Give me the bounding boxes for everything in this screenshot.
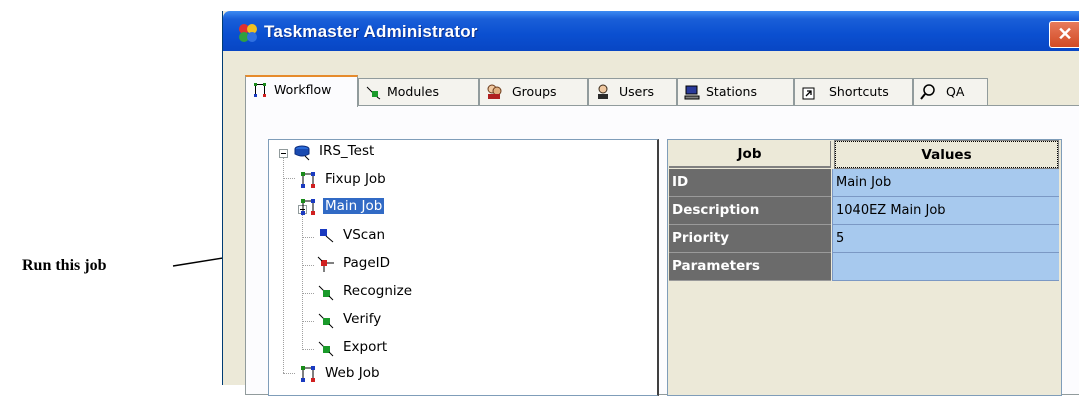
tree-label: Web Job xyxy=(325,365,380,381)
property-key-priority: Priority xyxy=(669,225,831,253)
tree-label: Verify xyxy=(343,311,382,327)
tree-connector xyxy=(283,373,295,374)
tree-connector xyxy=(302,321,314,322)
tree-connector xyxy=(302,349,314,350)
users-icon xyxy=(598,84,608,99)
tree-label: Recognize xyxy=(343,283,413,299)
window-title: Taskmaster Administrator xyxy=(264,22,478,41)
tree-connector xyxy=(302,237,314,238)
vscan-module-icon xyxy=(320,229,334,243)
tab-label: Users xyxy=(619,84,655,99)
title-bar[interactable]: Taskmaster Administrator ✕ xyxy=(223,11,1079,51)
job-icon xyxy=(301,366,315,382)
tab-label: Stations xyxy=(706,84,757,99)
tree-label: PageID xyxy=(343,255,391,271)
property-key-parameters: Parameters xyxy=(669,253,831,281)
property-value-id[interactable]: Main Job xyxy=(832,169,1059,197)
pageid-module-icon xyxy=(317,256,334,272)
property-value-parameters[interactable] xyxy=(832,253,1059,281)
tree-label: IRS_Test xyxy=(319,143,375,159)
tree-connector xyxy=(302,265,314,266)
tree-label: Fixup Job xyxy=(325,171,386,187)
tab-qa[interactable]: QA xyxy=(913,78,988,105)
tree-label: Export xyxy=(343,339,388,355)
tree-label: Main Job xyxy=(323,198,385,214)
property-value-description[interactable]: 1040EZ Main Job xyxy=(832,197,1059,225)
tab-stations[interactable]: Stations xyxy=(677,78,794,105)
tab-users[interactable]: Users xyxy=(588,78,677,105)
column-header-job[interactable]: Job xyxy=(669,141,831,168)
tab-label: Shortcuts xyxy=(829,84,889,99)
property-key-description: Description xyxy=(669,197,831,225)
tab-shortcuts[interactable]: Shortcuts xyxy=(794,78,913,105)
tab-label: Groups xyxy=(512,84,557,99)
column-header-values[interactable]: Values xyxy=(834,140,1059,169)
workflow-tree[interactable]: IRS_Test Fixup Job Main Job VScan PageID… xyxy=(268,139,659,396)
app-icon xyxy=(239,24,257,42)
tree-connector xyxy=(302,293,314,294)
tab-label: Modules xyxy=(387,84,439,99)
property-value-priority[interactable]: 5 xyxy=(832,225,1059,253)
tree-label: VScan xyxy=(343,227,386,243)
tab-label: Workflow xyxy=(274,82,332,97)
verify-module-icon xyxy=(318,313,334,329)
tab-modules[interactable]: Modules xyxy=(358,78,479,105)
export-module-icon xyxy=(318,341,334,357)
database-icon xyxy=(294,145,310,161)
tab-label: QA xyxy=(946,84,965,99)
tree-connector xyxy=(302,210,303,350)
shortcut-icon xyxy=(802,87,815,100)
taskmaster-window: Taskmaster Administrator ✕ Workflow Modu… xyxy=(222,11,1079,396)
workflow-icon xyxy=(254,83,266,97)
tree-connector xyxy=(283,178,295,179)
stations-icon xyxy=(684,85,700,100)
tab-groups[interactable]: Groups xyxy=(479,78,588,105)
modules-icon xyxy=(366,86,381,100)
job-icon xyxy=(301,199,315,215)
recognize-module-icon xyxy=(318,285,334,301)
tab-workflow[interactable]: Workflow xyxy=(245,75,358,107)
callout-label: Run this job xyxy=(22,257,107,274)
groups-icon xyxy=(487,84,502,99)
tree-connector xyxy=(283,158,284,373)
close-button[interactable]: ✕ xyxy=(1049,21,1079,48)
job-icon xyxy=(301,172,315,188)
property-key-id: ID xyxy=(669,169,831,197)
magnifier-icon xyxy=(920,84,935,100)
collapse-toggle[interactable] xyxy=(279,149,288,158)
job-properties-grid: Job Values ID Main Job Description 1040E… xyxy=(667,139,1062,396)
